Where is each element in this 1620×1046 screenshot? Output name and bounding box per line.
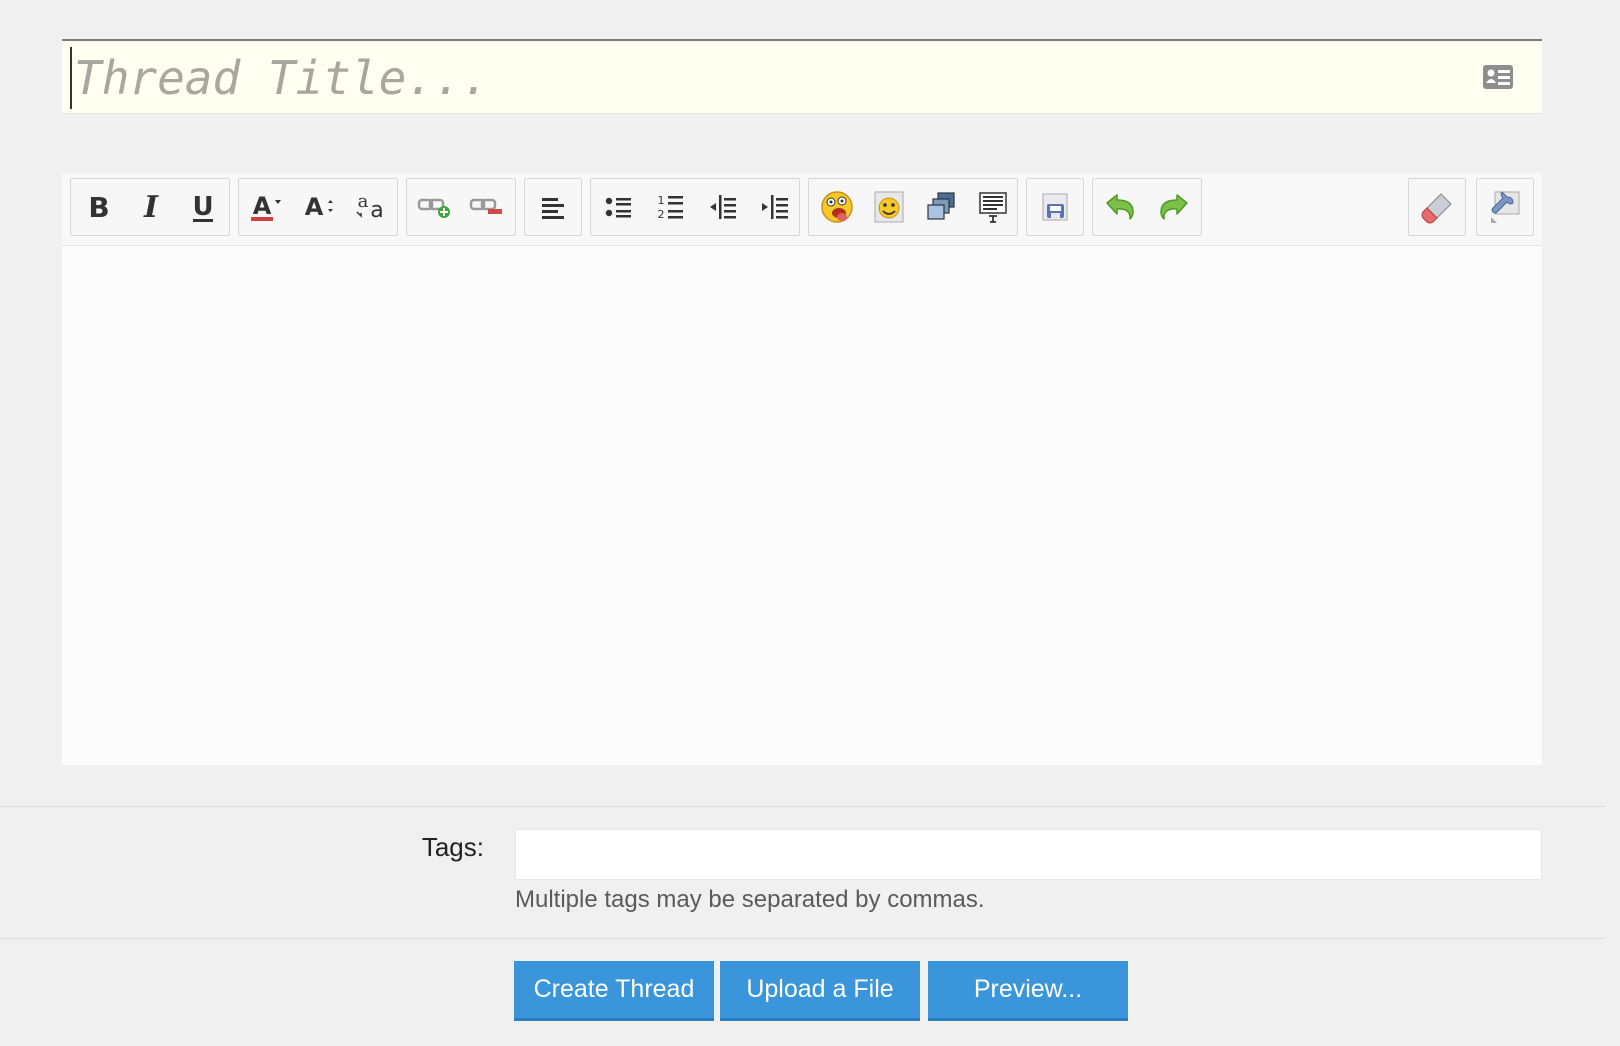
insert-code-button[interactable] xyxy=(967,179,1019,235)
remove-format-group xyxy=(1408,178,1466,236)
svg-text:a: a xyxy=(358,191,369,212)
divider xyxy=(0,806,1605,807)
italic-icon: I xyxy=(143,190,159,224)
text-style-group: B I U xyxy=(70,178,230,236)
smilies-icon xyxy=(821,191,853,223)
insert-media-icon xyxy=(927,192,955,220)
create-thread-button[interactable]: Create Thread xyxy=(514,961,714,1021)
tags-hint: Multiple tags may be separated by commas… xyxy=(515,886,985,913)
font-color-icon: A xyxy=(251,192,281,221)
svg-text:B: B xyxy=(88,191,109,224)
remove-formatting-icon xyxy=(1421,193,1452,224)
list-group: 1 2 xyxy=(590,178,800,236)
toggle-mode-group xyxy=(1476,178,1534,236)
insert-link-button[interactable] xyxy=(409,179,461,235)
bold-icon: B xyxy=(88,191,109,224)
toggle-bbcode-button[interactable] xyxy=(1479,179,1531,235)
svg-text:1: 1 xyxy=(658,194,665,207)
save-draft-icon xyxy=(1042,193,1068,221)
link-group xyxy=(406,178,516,236)
thread-title-input[interactable] xyxy=(70,47,1450,109)
draft-group xyxy=(1026,178,1084,236)
align-group xyxy=(524,178,582,236)
svg-text:U: U xyxy=(192,192,213,222)
undo-button[interactable] xyxy=(1095,179,1147,235)
insert-link-icon xyxy=(417,198,450,218)
svg-text:I: I xyxy=(143,190,159,224)
font-group: A A a a xyxy=(238,178,398,236)
font-size-icon: A xyxy=(305,193,333,221)
outdent-button[interactable] xyxy=(697,179,749,235)
indent-button[interactable] xyxy=(749,179,801,235)
insert-media-button[interactable] xyxy=(915,179,967,235)
numbered-list-button[interactable]: 1 2 xyxy=(645,179,697,235)
numbered-list-icon: 1 2 xyxy=(658,194,683,221)
save-draft-button[interactable] xyxy=(1029,179,1081,235)
font-family-button[interactable]: a a xyxy=(345,179,397,235)
toggle-bbcode-icon xyxy=(1491,191,1520,223)
history-group xyxy=(1092,178,1202,236)
editor-content-area[interactable] xyxy=(62,246,1542,765)
svg-text:2: 2 xyxy=(658,208,665,221)
underline-icon: U xyxy=(192,192,214,222)
svg-text:A: A xyxy=(253,192,272,220)
bold-button[interactable]: B xyxy=(73,179,125,235)
remove-link-button[interactable] xyxy=(461,179,513,235)
editor-toolbar: B I U A A a a 1 2 xyxy=(62,173,1542,246)
font-size-button[interactable]: A xyxy=(293,179,345,235)
font-family-icon: a a xyxy=(356,191,384,223)
divider xyxy=(0,938,1605,939)
user-card-icon[interactable] xyxy=(1482,64,1514,90)
preview-button[interactable]: Preview... xyxy=(928,961,1128,1021)
insert-image-button[interactable] xyxy=(863,179,915,235)
insert-group xyxy=(808,178,1018,236)
underline-button[interactable]: U xyxy=(177,179,229,235)
upload-file-button[interactable]: Upload a File xyxy=(720,961,920,1021)
svg-text:a: a xyxy=(370,198,383,223)
remove-formatting-button[interactable] xyxy=(1411,179,1463,235)
undo-icon xyxy=(1106,194,1134,220)
insert-code-icon xyxy=(979,192,1007,223)
bullet-list-button[interactable] xyxy=(593,179,645,235)
outdent-icon xyxy=(710,195,736,219)
font-color-button[interactable]: A xyxy=(241,179,293,235)
redo-icon xyxy=(1160,194,1188,220)
indent-icon xyxy=(762,195,788,219)
bullet-list-icon xyxy=(605,197,631,218)
remove-link-icon xyxy=(469,198,502,214)
svg-text:A: A xyxy=(305,193,324,221)
insert-image-icon xyxy=(874,191,904,223)
smilies-button[interactable] xyxy=(811,179,863,235)
message-editor: B I U A A a a 1 2 xyxy=(62,173,1542,765)
thread-title-container xyxy=(62,39,1542,114)
align-left-button[interactable] xyxy=(527,179,579,235)
redo-button[interactable] xyxy=(1147,179,1199,235)
tags-label: Tags: xyxy=(421,832,484,862)
tags-input[interactable] xyxy=(515,829,1542,880)
italic-button[interactable]: I xyxy=(125,179,177,235)
align-left-icon xyxy=(542,198,564,219)
